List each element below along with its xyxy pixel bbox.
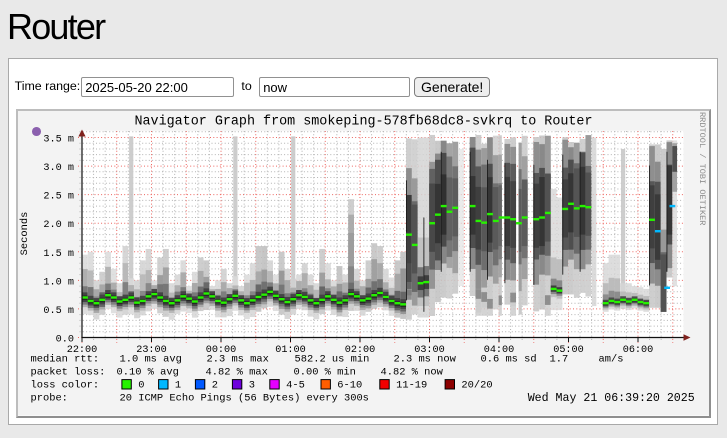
svg-text:11-19: 11-19 [396,380,427,392]
svg-text:0.00 % min: 0.00 % min [293,367,355,379]
svg-text:06:00: 06:00 [622,345,653,356]
svg-text:2.3 ms now: 2.3 ms now [393,354,456,366]
svg-text:4.82 % max: 4.82 % max [205,367,267,379]
svg-text:20/20: 20/20 [461,380,492,392]
svg-text:2: 2 [211,380,217,392]
svg-text:2.5 m: 2.5 m [43,192,74,203]
svg-text:median rtt:: median rtt: [30,354,99,366]
svg-text:1.7: 1.7 [549,354,568,366]
svg-text:packet loss:: packet loss: [30,367,105,379]
svg-text:1.0 ms avg: 1.0 ms avg [119,354,181,366]
svg-text:Wed May 21 06:39:20 2025: Wed May 21 06:39:20 2025 [527,392,694,405]
svg-text:1: 1 [174,380,180,392]
svg-text:582.2 us min: 582.2 us min [294,354,369,366]
svg-text:0.5 m: 0.5 m [43,306,74,317]
svg-text:probe:: probe: [30,393,67,405]
svg-text:20 ICMP Echo Pings (56 Bytes): 20 ICMP Echo Pings (56 Bytes) every 300s [119,393,368,405]
svg-text:1.5 m: 1.5 m [43,249,74,260]
svg-text:3: 3 [248,380,254,392]
svg-text:Seconds: Seconds [19,212,31,256]
svg-text:Navigator Graph from smokeping: Navigator Graph from smokeping-578fb68dc… [134,115,592,130]
svg-text:4-5: 4-5 [286,380,305,392]
svg-text:am/s: am/s [598,354,623,366]
svg-text:0.6 ms sd: 0.6 ms sd [480,354,536,366]
svg-text:6-10: 6-10 [337,380,362,392]
svg-text:4.82 % now: 4.82 % now [380,367,443,379]
svg-text:0: 0 [138,380,144,392]
svg-text:0.10 % avg: 0.10 % avg [116,367,178,379]
svg-text:3.5 m: 3.5 m [43,135,74,146]
svg-text:1.0 m: 1.0 m [43,277,74,288]
svg-text:loss color:: loss color: [30,380,99,392]
svg-text:3.0 m: 3.0 m [43,163,74,174]
svg-text:RRDTOOL / TOBI OETIKER: RRDTOOL / TOBI OETIKER [697,112,707,225]
svg-text:2.3 ms max: 2.3 ms max [206,354,268,366]
svg-text:2.0 m: 2.0 m [43,220,74,231]
